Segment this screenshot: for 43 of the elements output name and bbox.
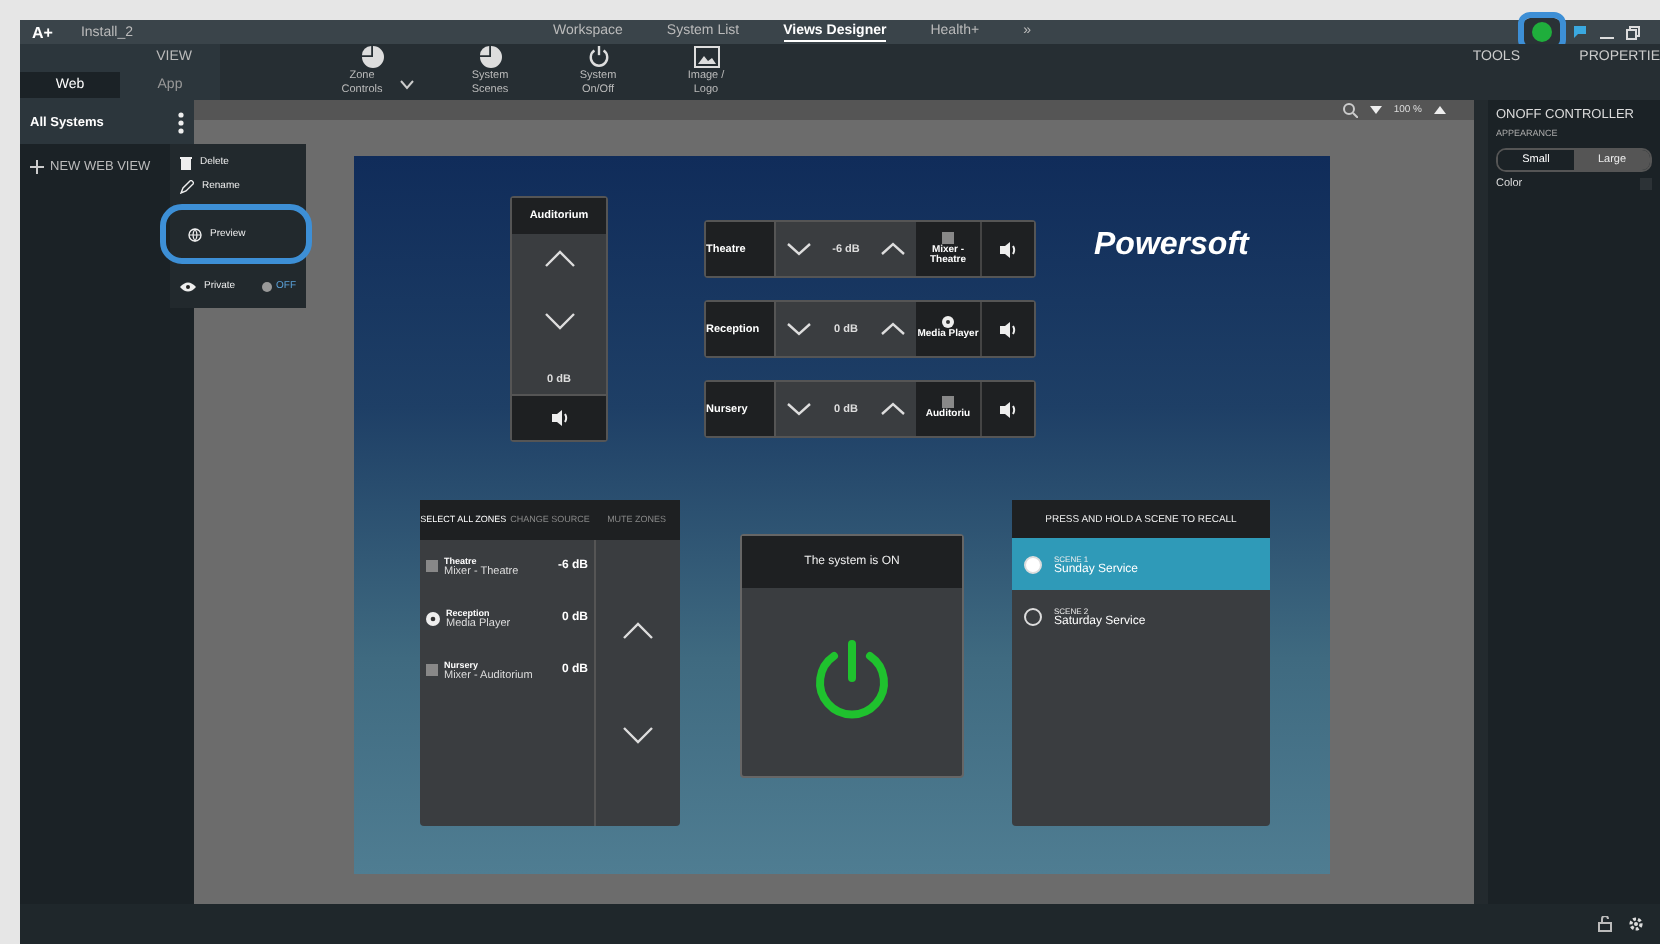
chevron-up-icon[interactable] xyxy=(879,402,906,416)
pencil-icon xyxy=(180,179,194,193)
settings-icon[interactable] xyxy=(1628,916,1644,932)
mute-button[interactable] xyxy=(980,302,1034,356)
plus-icon[interactable] xyxy=(30,160,44,174)
chevron-up-icon[interactable] xyxy=(879,242,906,256)
app-logo: A+ xyxy=(32,23,53,41)
radio-icon xyxy=(1024,555,1042,573)
image-icon[interactable] xyxy=(693,46,719,69)
brand-logo: Powersoft xyxy=(1094,228,1249,264)
eye-icon xyxy=(180,281,196,291)
speaker-icon xyxy=(549,408,569,428)
chevron-down-icon[interactable] xyxy=(622,725,654,744)
chevron-up-icon[interactable] xyxy=(543,250,575,268)
mute-button[interactable] xyxy=(512,396,606,440)
zoom-out-icon[interactable] xyxy=(1369,106,1382,114)
disc-icon xyxy=(426,611,440,625)
radio-icon xyxy=(1024,607,1042,625)
mute-button[interactable] xyxy=(980,382,1034,436)
speaker-icon xyxy=(998,319,1018,339)
chevron-down-icon[interactable] xyxy=(786,322,813,336)
chevron-up-icon[interactable] xyxy=(622,622,654,641)
disc-icon xyxy=(942,316,954,329)
pie-chart-icon[interactable] xyxy=(479,46,501,69)
trash-icon xyxy=(180,155,192,169)
chevron-up-icon[interactable] xyxy=(879,322,906,336)
lock-icon[interactable] xyxy=(1598,916,1612,932)
pie-chart-icon[interactable] xyxy=(361,46,383,69)
mute-button[interactable] xyxy=(980,222,1034,276)
zoom-fit-icon[interactable] xyxy=(1341,102,1358,118)
chevron-down-icon[interactable] xyxy=(543,312,575,330)
speaker-icon xyxy=(998,239,1018,259)
zoom-in-icon[interactable] xyxy=(1434,106,1446,114)
more-options-icon[interactable] xyxy=(178,112,184,134)
chat-icon[interactable] xyxy=(1572,24,1588,40)
globe-icon xyxy=(188,227,202,241)
chevron-down-icon[interactable] xyxy=(786,402,813,416)
chevron-down-icon[interactable] xyxy=(786,242,813,256)
account-button[interactable] xyxy=(1524,18,1560,46)
power-icon[interactable] xyxy=(587,46,609,69)
restore-icon[interactable] xyxy=(1626,25,1640,39)
caret-icon[interactable] xyxy=(400,79,414,89)
speaker-icon xyxy=(998,399,1018,419)
